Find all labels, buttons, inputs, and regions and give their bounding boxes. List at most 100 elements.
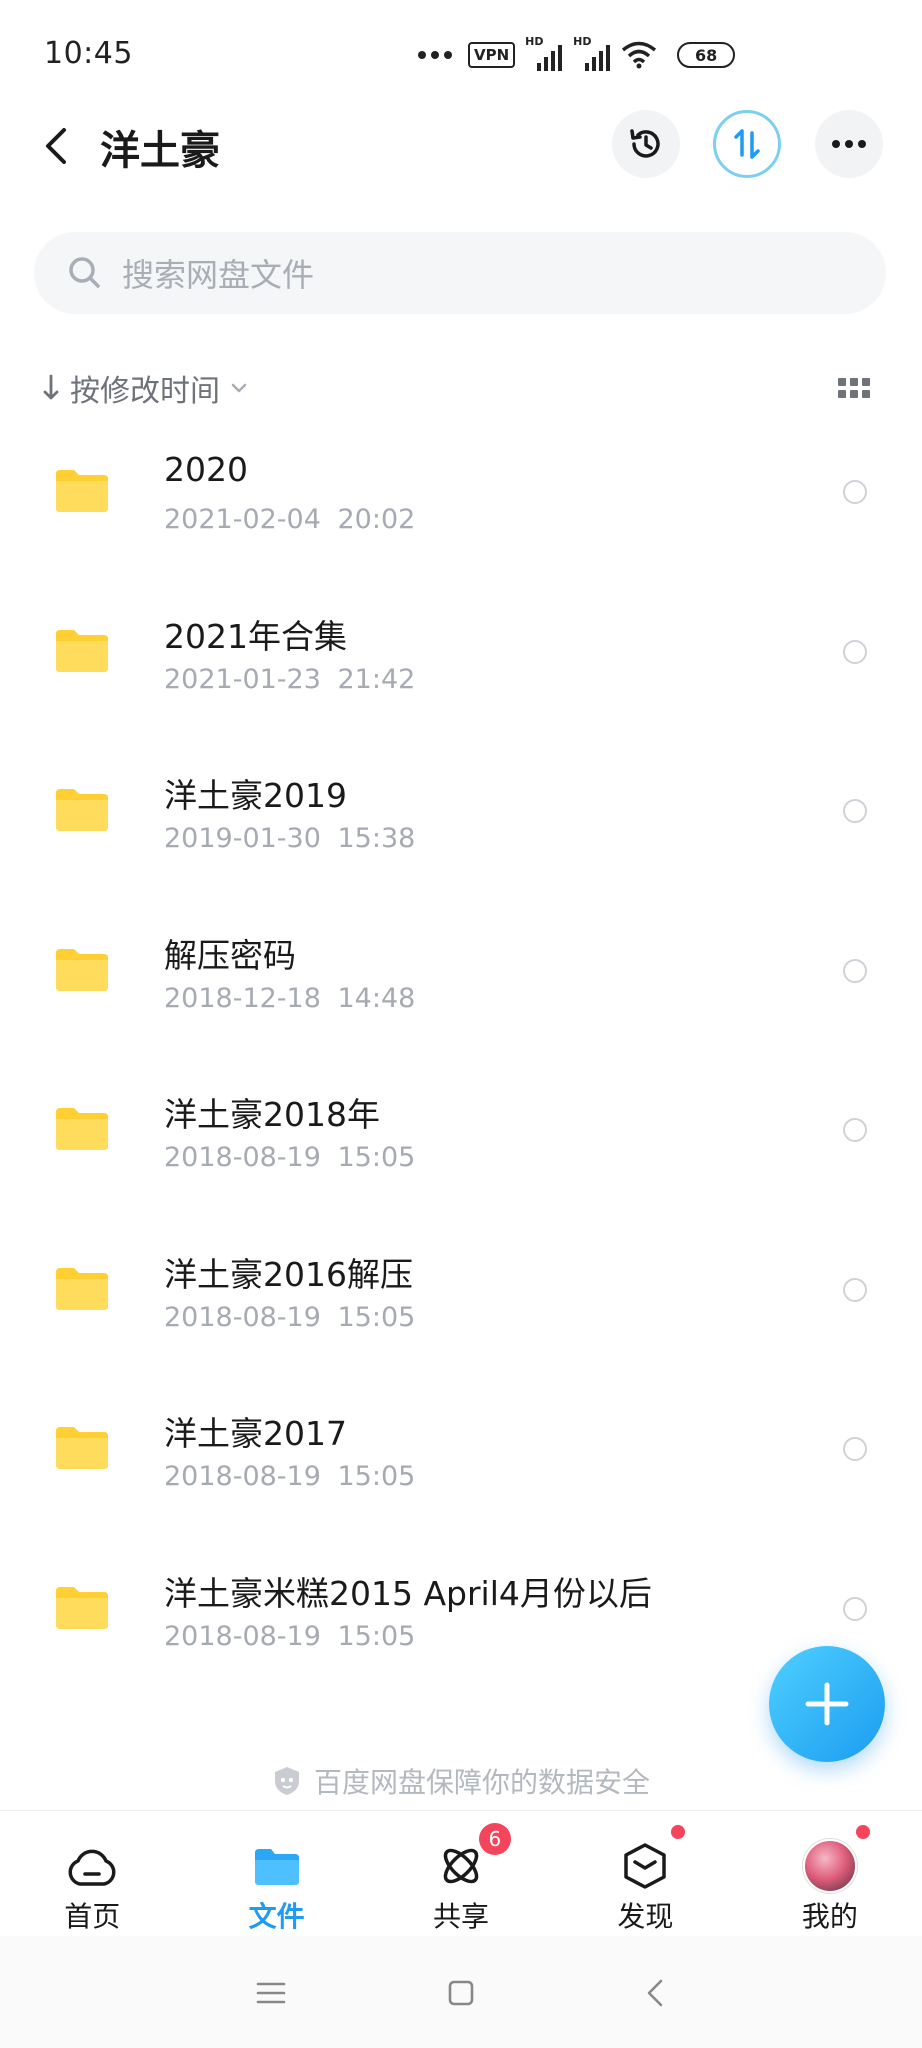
- select-checkbox[interactable]: [843, 480, 867, 504]
- file-date: 2018-12-18 14:48: [164, 982, 416, 1014]
- tab-home-label: 首页: [64, 1900, 121, 1933]
- me-dot-badge: [855, 1825, 870, 1839]
- safety-note: 百度网盘保障你的数据安全: [0, 1758, 922, 1804]
- system-back-button[interactable]: [638, 1976, 672, 2010]
- header: 洋土豪: [0, 100, 922, 220]
- file-list: 2020 2021-02-04 20:02 2021年合集 2021-01-23 21…: [0, 428, 922, 1704]
- file-row[interactable]: 解压密码 2018-12-18 14:48: [0, 907, 922, 1067]
- tab-discover-label: 发现: [617, 1900, 674, 1933]
- more-button[interactable]: [815, 110, 883, 178]
- file-date: 2021-02-04 20:02: [164, 504, 416, 535]
- tab-discover[interactable]: 发现: [553, 1811, 737, 1936]
- file-name: 2021年合集: [164, 616, 347, 656]
- file-name: 洋土豪2018年: [164, 1095, 380, 1134]
- chevron-left-icon: [46, 128, 66, 164]
- grid-view-icon[interactable]: [838, 378, 870, 400]
- sort-label: 按修改时间: [70, 374, 220, 409]
- file-name: 洋土豪2017: [164, 1414, 347, 1453]
- discover-dot-badge: [671, 1825, 686, 1839]
- file-date: 2019-01-30 15:38: [164, 823, 416, 854]
- file-name: 洋土豪2016解压: [164, 1254, 413, 1294]
- select-checkbox[interactable]: [843, 639, 867, 664]
- more-notifications-icon: [418, 51, 452, 59]
- folder-icon: [56, 1586, 108, 1629]
- signal-icon-2: HD: [573, 35, 611, 71]
- file-date: 2018-08-19 15:05: [164, 1142, 416, 1173]
- share-badge: 6: [478, 1823, 511, 1855]
- status-icons: VPN HD HD 68: [418, 35, 736, 72]
- history-icon: [630, 129, 660, 158]
- sort-button[interactable]: 按修改时间: [42, 366, 248, 410]
- file-row[interactable]: 2021年合集 2021-01-23 21:42: [0, 588, 922, 748]
- tab-me[interactable]: 我的: [738, 1811, 922, 1936]
- page-title: 洋土豪: [100, 128, 220, 174]
- select-checkbox[interactable]: [843, 1596, 867, 1621]
- chevron-left-icon: [647, 1979, 663, 2007]
- file-row[interactable]: 洋土豪2019 2019-01-30 15:38: [0, 747, 922, 907]
- system-nav-bar: [0, 1936, 922, 2048]
- file-date: 2018-08-19 15:05: [164, 1461, 416, 1492]
- transfer-button[interactable]: [713, 110, 781, 178]
- status-bar: 10:45 VPN HD HD 68: [0, 0, 922, 100]
- search-placeholder: 搜索网盘文件: [122, 256, 315, 294]
- search-input[interactable]: 搜索网盘文件: [34, 232, 886, 314]
- folder-icon: [250, 1841, 304, 1891]
- select-checkbox[interactable]: [843, 958, 867, 983]
- menu-icon: [256, 1982, 286, 2004]
- cloud-icon: [65, 1841, 119, 1891]
- sort-row: 按修改时间: [0, 360, 922, 420]
- tab-share-label: 共享: [433, 1900, 490, 1933]
- tab-me-label: 我的: [801, 1900, 858, 1933]
- chevron-down-icon: [231, 383, 247, 393]
- tab-share[interactable]: 6 共享: [369, 1811, 553, 1936]
- folder-icon: [56, 470, 108, 512]
- file-name: 洋土豪米糕2015 April4月份以后: [164, 1573, 652, 1613]
- select-checkbox[interactable]: [843, 1118, 867, 1142]
- avatar-wrap: [802, 1839, 857, 1893]
- select-checkbox[interactable]: [843, 1437, 867, 1461]
- square-icon: [448, 1980, 474, 2006]
- select-checkbox[interactable]: [843, 1277, 867, 1302]
- tab-files-label: 文件: [248, 1900, 305, 1933]
- file-row[interactable]: 洋土豪2016解压 2018-08-19 15:05: [0, 1226, 922, 1386]
- file-name: 2020: [164, 450, 248, 489]
- vpn-icon: VPN: [468, 42, 516, 68]
- home-button[interactable]: [444, 1976, 478, 2010]
- avatar: [802, 1839, 857, 1893]
- shield-icon: [274, 1767, 299, 1795]
- folder-icon: [56, 1108, 108, 1150]
- tab-bar: 首页 文件 6 共享 发现 我的: [0, 1810, 922, 1936]
- folder-icon: [56, 948, 108, 991]
- arrow-down-icon: [43, 374, 59, 400]
- transfer-icon: [734, 129, 760, 159]
- file-row[interactable]: 洋土豪2018年 2018-08-19 15:05: [0, 1066, 922, 1226]
- file-date: 2018-08-19 15:05: [164, 1301, 416, 1333]
- add-button[interactable]: [769, 1646, 885, 1762]
- share-icon: [434, 1841, 488, 1891]
- battery-icon: 68: [677, 42, 736, 68]
- tab-files[interactable]: 文件: [184, 1811, 368, 1936]
- more-icon: [832, 140, 866, 148]
- search-icon: [69, 257, 100, 288]
- recent-apps-button[interactable]: [254, 1976, 288, 2010]
- status-time: 10:45: [44, 36, 133, 71]
- file-name: 洋土豪2019: [164, 776, 347, 815]
- file-row[interactable]: 洋土豪2017 2018-08-19 15:05: [0, 1385, 922, 1545]
- wifi-icon: [622, 41, 657, 69]
- tab-home[interactable]: 首页: [0, 1811, 184, 1936]
- back-button[interactable]: [36, 126, 76, 166]
- file-row[interactable]: 2020 2021-02-04 20:02: [0, 428, 922, 588]
- folder-icon: [56, 1267, 108, 1310]
- folder-icon: [56, 629, 108, 672]
- select-checkbox[interactable]: [843, 799, 867, 823]
- discover-icon: [618, 1841, 672, 1891]
- file-date: 2021-01-23 21:42: [164, 663, 416, 695]
- history-button[interactable]: [612, 110, 680, 178]
- plus-icon: [805, 1682, 849, 1726]
- file-date: 2018-08-19 15:05: [164, 1620, 416, 1652]
- folder-icon: [56, 1427, 108, 1469]
- folder-icon: [56, 789, 108, 831]
- signal-icon: HD: [525, 35, 563, 71]
- safety-text: 百度网盘保障你的数据安全: [313, 1766, 650, 1799]
- file-name: 解压密码: [164, 935, 296, 975]
